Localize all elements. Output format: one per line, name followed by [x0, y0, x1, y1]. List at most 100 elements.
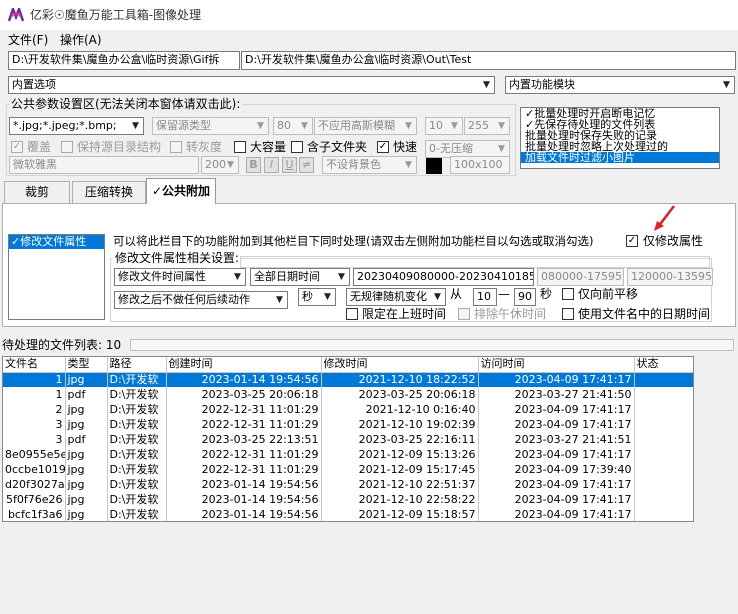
common-group-title[interactable]: 公共参数设置区(无法关闭本窗体请双击此):	[9, 96, 243, 112]
workday-checkbox[interactable]	[346, 308, 358, 320]
table-row[interactable]: 1 jpg D:\开发软 2023-01-14 19:54:56 2021-12-10 …	[3, 372, 693, 387]
chevron-down-icon: ▼	[257, 121, 264, 131]
table-row[interactable]: 8e0955e5e jpg D:\开发软 2022-12-31 11:01:29 202…	[3, 447, 693, 462]
overwrite-checkbox[interactable]: ✓	[11, 141, 23, 153]
value2-field[interactable]: 90	[514, 288, 536, 306]
source-type-select[interactable]: 保留源类型 ▼	[152, 117, 269, 135]
big-capacity-checkbox[interactable]	[234, 141, 246, 153]
subfolder-label: 含子文件夹	[307, 140, 368, 154]
attach-list-item[interactable]: ✓修改文件属性	[9, 235, 104, 249]
column-header[interactable]: 路径	[107, 357, 167, 373]
quality-select[interactable]: 80 ▼	[273, 117, 313, 135]
unit-select[interactable]: 秒 ▼	[298, 288, 336, 306]
bold-button[interactable]: B	[246, 157, 261, 173]
italic-button[interactable]: I	[264, 157, 279, 173]
only-modify-checkbox[interactable]: ✓	[626, 235, 638, 247]
use-filename-date-checkbox[interactable]	[562, 308, 574, 320]
table-cell: D:\开发软	[107, 402, 167, 417]
column-header[interactable]: 创建时间	[166, 357, 322, 373]
date-type-select[interactable]: 全部日期时间 ▼	[250, 268, 350, 286]
from-label: 从	[450, 287, 463, 301]
table-cell: 2021-12-09 15:18:57	[321, 507, 479, 521]
table-cell: 2023-01-14 19:54:56	[166, 477, 322, 492]
chevron-down-icon: ▼	[483, 80, 490, 90]
bg-color-select[interactable]: 不设背景色 ▼	[322, 156, 417, 174]
tab-compress[interactable]: 压缩转换	[72, 181, 146, 203]
chevron-down-icon: ▼	[723, 80, 730, 90]
table-cell: 2021-12-09 15:17:45	[321, 462, 479, 477]
table-cell: 2021-12-10 22:58:22	[321, 492, 479, 507]
column-header[interactable]: 状态	[634, 357, 693, 373]
column-header[interactable]: 访问时间	[478, 357, 635, 373]
attach-list[interactable]: ✓修改文件属性	[8, 234, 105, 320]
size-field[interactable]: 100x100	[450, 156, 510, 174]
random-mode-select[interactable]: 无规律随机变化 ▼	[346, 288, 446, 306]
chevron-down-icon: ▼	[301, 121, 308, 131]
app-logo-icon	[7, 5, 25, 22]
range-field[interactable]: 20230409080000-20230410185959	[353, 268, 534, 286]
file-table-container[interactable]: 文件名 类型 路径 创建时间 修改时间 访问时间 状态 1 jpg D:\开发软 2023-01-…	[2, 356, 694, 522]
table-row[interactable]: 1 pdf D:\开发软 2023-03-25 20:06:18 2023-03-25 …	[3, 387, 693, 402]
red-arrow-annotation	[652, 203, 678, 233]
fast-checkbox[interactable]: ✓	[377, 141, 389, 153]
table-cell: 1	[3, 387, 66, 402]
table-cell: 2022-12-31 11:01:29	[166, 447, 322, 462]
table-cell: d20f3027a	[3, 477, 66, 492]
column-header[interactable]: 修改时间	[321, 357, 479, 373]
font-size-select[interactable]: 200 ▼	[201, 156, 239, 174]
blur-select[interactable]: 不应用高斯模糊 ▼	[314, 117, 417, 135]
column-header[interactable]: 类型	[65, 357, 108, 373]
after-action-select[interactable]: 修改之后不做任何后续动作 ▼	[114, 291, 288, 309]
workday-label: 限定在上班时间	[362, 307, 447, 321]
subfolder-checkbox[interactable]	[291, 141, 303, 153]
preset-options-select[interactable]: 内置选项 ▼	[8, 76, 495, 94]
table-row[interactable]: 2 jpg D:\开发软 2022-12-31 11:01:29 2021-12-10 …	[3, 402, 693, 417]
n1-select[interactable]: 10 ▼	[425, 117, 463, 135]
gray-checkbox[interactable]	[170, 141, 182, 153]
table-cell	[634, 387, 693, 402]
table-row[interactable]: bcfc1f3a6 jpg D:\开发软 2023-01-14 19:54:56 202…	[3, 507, 693, 521]
big-capacity-label: 大容量	[250, 140, 287, 154]
table-row[interactable]: 5f0f76e26 jpg D:\开发软 2023-01-14 19:54:56 202…	[3, 492, 693, 507]
time1-field[interactable]: 080000-175959	[537, 268, 624, 286]
ext-filter-select[interactable]: *.jpg;*.jpeg;*.bmp; ▼	[9, 117, 144, 135]
table-cell: 3	[3, 432, 66, 447]
table-row[interactable]: d20f3027a jpg D:\开发软 2023-01-14 19:54:56 202…	[3, 477, 693, 492]
chevron-down-icon: ▼	[405, 121, 412, 131]
table-cell: D:\开发软	[107, 492, 167, 507]
underline-button[interactable]: U	[282, 157, 297, 173]
exclude-lunch-checkbox[interactable]	[458, 308, 470, 320]
input-path-field[interactable]: D:\开发软件集\魔鱼办公盒\临时资源\Gif拆	[8, 51, 240, 70]
table-cell: jpg	[65, 417, 108, 432]
chevron-down-icon: ▼	[227, 160, 234, 170]
output-path-field[interactable]: D:\开发软件集\魔鱼办公盒\临时资源\Out\Test	[241, 51, 736, 70]
gray-label: 转灰度	[186, 140, 223, 154]
options-list[interactable]: ✓批量处理时开启断电记忆 ✓先保存待处理的文件列表 批量处理时保存失败的记录 批…	[520, 107, 720, 169]
color-swatch[interactable]	[426, 158, 442, 174]
table-row[interactable]: 3 pdf D:\开发软 2023-03-25 22:13:51 2023-03-25 …	[3, 432, 693, 447]
option-item[interactable]: 加载文件时过滤小图片	[521, 152, 719, 163]
column-header[interactable]: 文件名	[3, 357, 66, 373]
preset-module-select[interactable]: 内置功能模块 ▼	[505, 76, 735, 94]
menu-operate[interactable]: 操作(A)	[60, 32, 102, 48]
table-cell: jpg	[65, 492, 108, 507]
tab-crop[interactable]: 裁剪	[4, 181, 70, 203]
menu-file[interactable]: 文件(F)	[8, 32, 48, 48]
table-cell: D:\开发软	[107, 387, 167, 402]
value1-field[interactable]: 10	[473, 288, 497, 306]
attr-type-select[interactable]: 修改文件时间属性 ▼	[114, 268, 246, 286]
table-row[interactable]: 3 jpg D:\开发软 2022-12-31 11:01:29 2021-12-10 …	[3, 417, 693, 432]
tab-common-attach[interactable]: ✓公共附加	[146, 178, 216, 204]
shift-checkbox[interactable]	[562, 288, 574, 300]
time2-field[interactable]: 120000-135959	[627, 268, 713, 286]
keep-dir-checkbox[interactable]	[61, 141, 73, 153]
strike-button[interactable]: ≠	[299, 157, 314, 173]
n2-select[interactable]: 255 ▼	[464, 117, 510, 135]
table-cell: D:\开发软	[107, 447, 167, 462]
font-field[interactable]: 微软雅黑	[9, 156, 199, 174]
table-cell: D:\开发软	[107, 417, 167, 432]
table-cell: 2023-04-09 17:41:17	[478, 402, 635, 417]
table-row[interactable]: 0ccbe1019 jpg D:\开发软 2022-12-31 11:01:29 202…	[3, 462, 693, 477]
fast-label: 快速	[393, 140, 418, 154]
table-cell: pdf	[65, 387, 108, 402]
